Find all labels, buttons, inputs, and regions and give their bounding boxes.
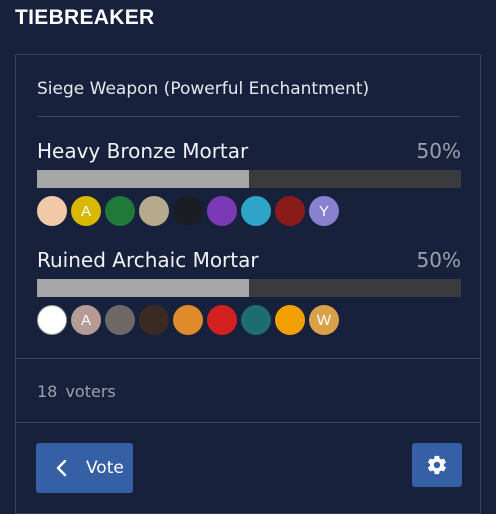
voter-avatars: AW [37, 305, 339, 335]
option-percent: 50% [416, 248, 461, 272]
poll-title: Siege Weapon (Powerful Enchantment) [37, 79, 370, 99]
red-figure-avatar[interactable] [275, 196, 305, 226]
letter-avatar[interactable]: A [71, 305, 101, 335]
letter-avatar[interactable]: W [309, 305, 339, 335]
dark-scene-avatar[interactable] [173, 196, 203, 226]
option-bar [37, 279, 461, 297]
divider [16, 422, 480, 423]
voters-count: 18 voters [37, 382, 116, 401]
option-name: Heavy Bronze Mortar [37, 139, 249, 163]
anime-face-avatar[interactable] [139, 305, 169, 335]
grey-figure-avatar[interactable] [105, 305, 135, 335]
y-logo-avatar[interactable]: Y [309, 196, 339, 226]
gear-icon [427, 455, 446, 475]
divider [37, 116, 460, 117]
option-percent: 50% [416, 139, 461, 163]
vote-button-label: Vote [86, 458, 124, 478]
eye-avatar[interactable] [37, 196, 67, 226]
landscape-avatar[interactable] [139, 196, 169, 226]
poll-settings-button[interactable] [412, 443, 462, 487]
meme-face-avatar[interactable] [37, 305, 67, 335]
teal-creature-avatar[interactable] [241, 305, 271, 335]
option-bar [37, 170, 461, 188]
voter-avatars: AY [37, 196, 339, 226]
page-heading: TIEBREAKER [15, 6, 155, 29]
cyan-avatar[interactable] [241, 196, 271, 226]
option-bar-fill [37, 170, 249, 188]
orange-food-avatar[interactable] [173, 305, 203, 335]
poll-panel: Siege Weapon (Powerful Enchantment) Heav… [15, 54, 481, 514]
chevron-left-icon [56, 459, 67, 477]
option-name: Ruined Archaic Mortar [37, 248, 259, 272]
red-hat-avatar[interactable] [207, 305, 237, 335]
divider [16, 358, 480, 359]
fire-avatar[interactable] [275, 305, 305, 335]
card-avatar[interactable] [105, 196, 135, 226]
letter-avatar[interactable]: A [71, 196, 101, 226]
vote-button[interactable]: Vote [36, 443, 133, 493]
option-bar-fill [37, 279, 249, 297]
purple-avatar[interactable] [207, 196, 237, 226]
